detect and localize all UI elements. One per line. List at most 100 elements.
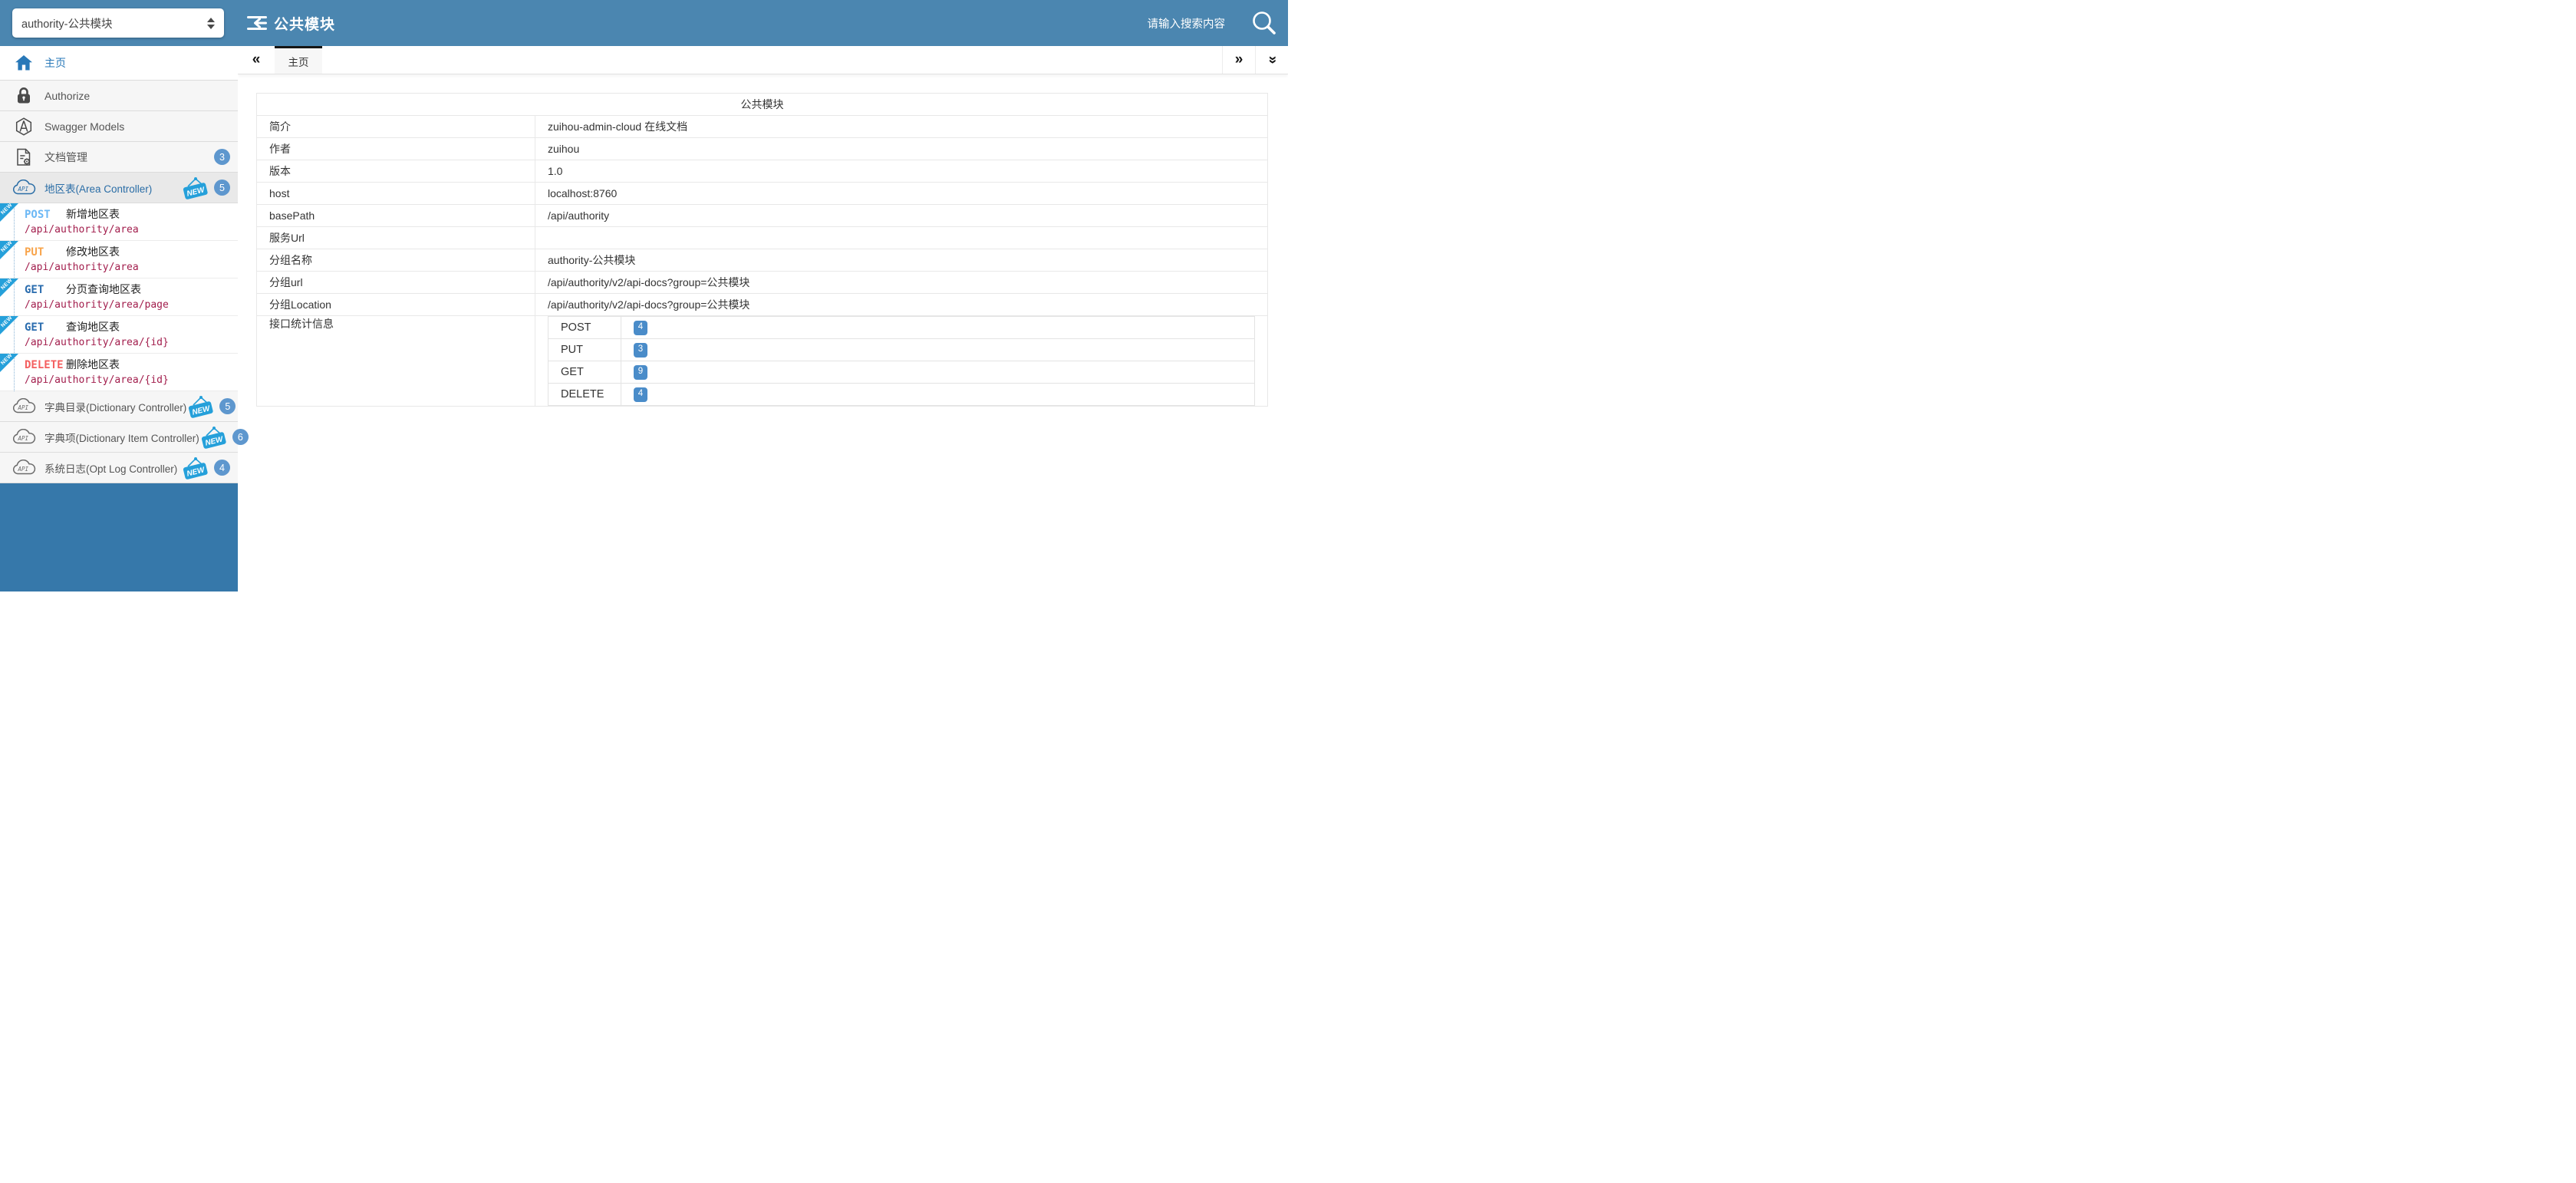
api-path: /api/authority/area/page xyxy=(25,299,233,311)
sidebar-controller-area[interactable]: API 地区表(Area Controller) NEW 5 xyxy=(0,173,238,203)
method-label: PUT xyxy=(25,246,66,259)
group-select[interactable]: authority-公共模块 xyxy=(12,8,224,38)
sidebar-controller-dictionary[interactable]: API 字典目录(Dictionary Controller) NEW 5 xyxy=(0,391,238,422)
row-label: 分组Location xyxy=(257,294,535,316)
api-item-delete-area-id[interactable]: NEW DELETE 删除地区表 /api/authority/area/{id… xyxy=(0,354,238,391)
tab-home[interactable]: 主页 xyxy=(275,46,322,74)
stat-method: GET xyxy=(548,361,621,384)
row-label: 简介 xyxy=(257,116,535,138)
svg-text:API: API xyxy=(18,404,29,411)
tabs-scroll-left-button[interactable]: « xyxy=(238,46,275,74)
stats-table-row: DELETE 4 xyxy=(548,384,1255,406)
new-tag-icon: NEW xyxy=(199,426,229,449)
stat-count-badge: 4 xyxy=(634,387,647,402)
sidebar-item-home[interactable]: 主页 xyxy=(0,46,238,81)
row-label: 分组url xyxy=(257,272,535,294)
chevrons-right-icon: » xyxy=(1235,51,1244,68)
hexagon-model-icon xyxy=(11,117,37,136)
table-row: 分组Location /api/authority/v2/api-docs?gr… xyxy=(257,294,1268,316)
row-value: /api/authority xyxy=(535,205,1268,227)
new-tag-icon: NEW xyxy=(186,395,216,418)
api-name: 新增地区表 xyxy=(66,208,120,220)
api-stats-table: POST 4 PUT 3 GET 9 xyxy=(548,316,1255,406)
row-value: localhost:8760 xyxy=(535,183,1268,205)
brand: 公共模块 xyxy=(247,13,335,34)
count-badge: 4 xyxy=(214,460,230,476)
sidebar-item-swagger-models[interactable]: Swagger Models xyxy=(0,111,238,142)
table-row: 作者 zuihou xyxy=(257,138,1268,160)
sidebar-filler xyxy=(0,483,238,592)
table-row: 版本 1.0 xyxy=(257,160,1268,183)
row-label: basePath xyxy=(257,205,535,227)
search-icon[interactable] xyxy=(1251,10,1277,36)
stat-method: POST xyxy=(548,317,621,339)
api-name: 删除地区表 xyxy=(66,358,120,371)
new-ribbon-icon: NEW xyxy=(0,316,18,334)
group-select-value: authority-公共模块 xyxy=(21,15,203,31)
row-label: 分组名称 xyxy=(257,249,535,272)
tabs-scroll-right-button[interactable]: » xyxy=(1222,46,1255,74)
area-api-list: NEW POST 新增地区表 /api/authority/area NEW P… xyxy=(0,203,238,391)
row-value: authority-公共模块 xyxy=(535,249,1268,272)
row-value: zuihou xyxy=(535,138,1268,160)
api-path: /api/authority/area/{id} xyxy=(25,337,233,348)
menu-arrow-logo-icon xyxy=(247,15,267,31)
sidebar-controller-opt-log[interactable]: API 系统日志(Opt Log Controller) NEW 4 xyxy=(0,453,238,483)
row-value xyxy=(535,227,1268,249)
new-tag-icon: NEW xyxy=(181,456,210,479)
row-value: 1.0 xyxy=(535,160,1268,183)
row-value: /api/authority/v2/api-docs?group=公共模块 xyxy=(535,294,1268,316)
api-path: /api/authority/area/{id} xyxy=(25,374,233,386)
sidebar-item-label: 文档管理 xyxy=(44,150,87,165)
api-name: 查询地区表 xyxy=(66,321,120,333)
table-row: 分组url /api/authority/v2/api-docs?group=公… xyxy=(257,272,1268,294)
home-icon xyxy=(11,55,37,71)
svg-text:API: API xyxy=(18,435,29,442)
stat-method: PUT xyxy=(548,339,621,361)
tab-bar: « 主页 » » xyxy=(238,46,1288,74)
controller-label: 字典项(Dictionary Item Controller) xyxy=(44,430,199,445)
module-info-table: 公共模块 简介 zuihou-admin-cloud 在线文档 作者 zuiho… xyxy=(256,93,1268,407)
api-name: 修改地区表 xyxy=(66,245,120,258)
sidebar-controller-dictionary-item[interactable]: API 字典项(Dictionary Item Controller) NEW … xyxy=(0,422,238,453)
svg-text:API: API xyxy=(18,186,29,193)
row-label: host xyxy=(257,183,535,205)
method-label: DELETE xyxy=(25,359,66,371)
api-item-get-area-id[interactable]: NEW GET 查询地区表 /api/authority/area/{id} xyxy=(0,316,238,354)
api-item-put-area[interactable]: NEW PUT 修改地区表 /api/authority/area xyxy=(0,241,238,278)
sidebar: 主页 Authorize Swagger Models xyxy=(0,46,238,592)
cloud-api-icon: API xyxy=(11,398,37,415)
stats-table-row: POST 4 xyxy=(548,317,1255,339)
row-label: 版本 xyxy=(257,160,535,183)
new-ribbon-icon: NEW xyxy=(0,203,18,222)
doc-content: 公共模块 简介 zuihou-admin-cloud 在线文档 作者 zuiho… xyxy=(238,74,1288,407)
api-item-get-area-page[interactable]: NEW GET 分页查询地区表 /api/authority/area/page xyxy=(0,278,238,316)
row-value: zuihou-admin-cloud 在线文档 xyxy=(535,116,1268,138)
count-badge: 3 xyxy=(214,149,230,165)
search-input[interactable]: 请输入搜索内容 xyxy=(1148,15,1226,31)
cloud-api-icon: API xyxy=(11,180,37,196)
main-area: « 主页 » » 公共模块 简介 zuihou-admin-cloud xyxy=(238,46,1288,592)
table-row: host localhost:8760 xyxy=(257,183,1268,205)
sidebar-item-label: Swagger Models xyxy=(44,120,124,133)
count-badge: 6 xyxy=(232,429,249,445)
stats-label: 接口统计信息 xyxy=(257,316,535,407)
header-search-area: 请输入搜索内容 xyxy=(1148,10,1289,36)
app-title: 公共模块 xyxy=(274,13,335,34)
api-item-post-area[interactable]: NEW POST 新增地区表 /api/authority/area xyxy=(0,203,238,241)
chevrons-down-icon: » xyxy=(1263,56,1280,64)
row-value: /api/authority/v2/api-docs?group=公共模块 xyxy=(535,272,1268,294)
sidebar-item-authorize[interactable]: Authorize xyxy=(0,81,238,111)
select-spinner-icon xyxy=(207,18,215,29)
table-row: 简介 zuihou-admin-cloud 在线文档 xyxy=(257,116,1268,138)
sidebar-item-doc-manage[interactable]: 文档管理 3 xyxy=(0,142,238,173)
controller-label: 地区表(Area Controller) xyxy=(44,180,152,196)
count-badge: 5 xyxy=(219,398,236,414)
tabs-collapse-button[interactable]: » xyxy=(1255,46,1288,74)
stats-cell: POST 4 PUT 3 GET 9 xyxy=(535,316,1268,407)
sidebar-item-label: Authorize xyxy=(44,90,90,102)
swagger-bootstrap-ui-app: authority-公共模块 公共模块 请输入搜索内容 xyxy=(0,0,1288,592)
svg-text:API: API xyxy=(18,466,29,473)
api-path: /api/authority/area xyxy=(25,224,233,236)
cloud-api-icon: API xyxy=(11,460,37,476)
